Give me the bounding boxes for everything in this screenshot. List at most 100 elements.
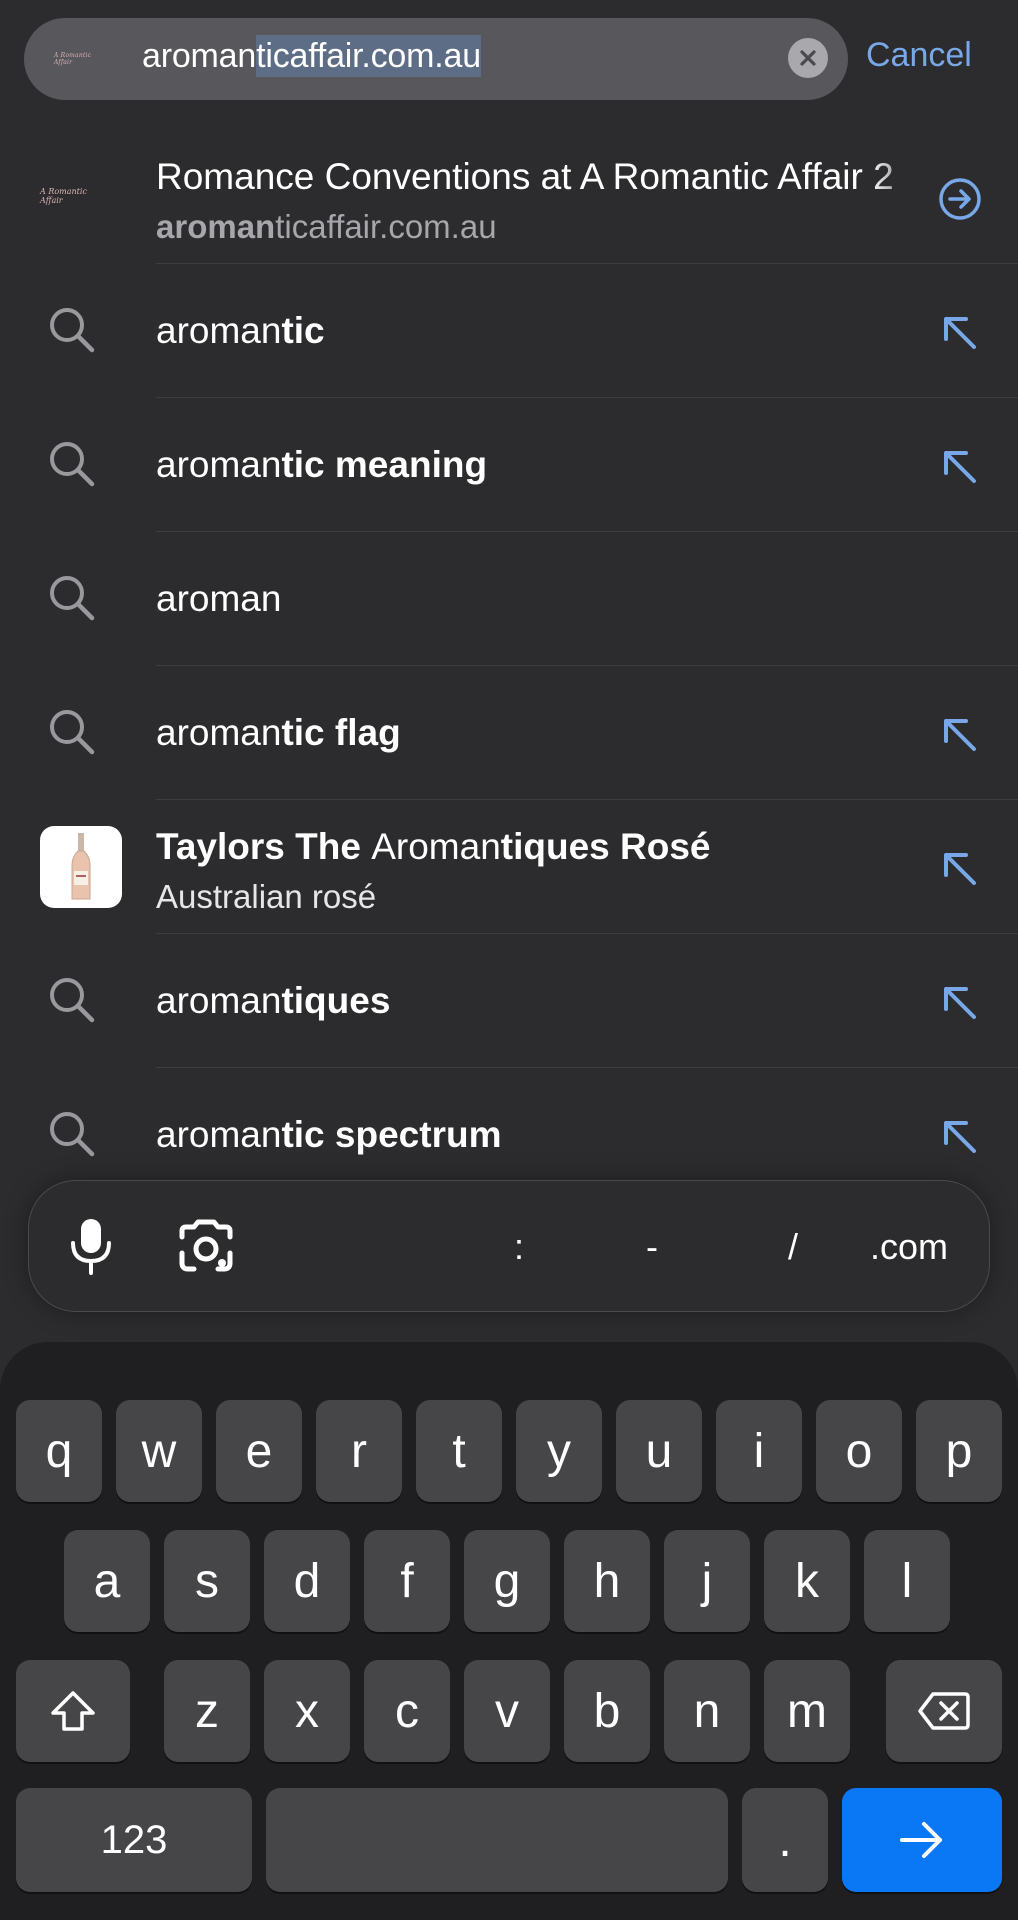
suggestion-completion: tic meaning <box>281 444 488 485</box>
key-d[interactable]: d <box>264 1530 350 1632</box>
shift-icon <box>51 1691 95 1731</box>
suggestion-row[interactable]: aromantic <box>0 264 1018 398</box>
dash-shortcut[interactable]: - <box>632 1217 672 1277</box>
fill-arrow-icon[interactable] <box>936 443 984 491</box>
key-o[interactable]: o <box>816 1400 902 1502</box>
go-key[interactable] <box>842 1788 1002 1892</box>
search-icon <box>40 700 104 764</box>
key-q[interactable]: q <box>16 1400 102 1502</box>
key-k[interactable]: k <box>764 1530 850 1632</box>
suggestion-row[interactable]: aromantic meaning <box>0 398 1018 532</box>
title-typed-part: Aroman <box>371 826 501 867</box>
fill-arrow-icon[interactable] <box>936 711 984 759</box>
suggestion-row[interactable]: aromantic flag <box>0 666 1018 800</box>
keyboard-shortcut-bar: : - / .com <box>28 1180 990 1312</box>
backspace-icon <box>918 1692 970 1730</box>
keyboard: q w e r t y u i o p a s d f g h j k l z … <box>0 1342 1018 1920</box>
subtitle-match: aroman <box>156 208 276 245</box>
close-icon <box>800 50 816 66</box>
suggestion-title: Romance Conventions at A Romantic Affair… <box>156 156 894 197</box>
key-f[interactable]: f <box>364 1530 450 1632</box>
search-icon <box>40 968 104 1032</box>
delete-key[interactable] <box>886 1660 1002 1762</box>
key-r[interactable]: r <box>316 1400 402 1502</box>
suggestion-text: aromantic flag <box>156 712 401 754</box>
suggestion-row[interactable]: aromantiques <box>0 934 1018 1068</box>
key-x[interactable]: x <box>264 1660 350 1762</box>
space-key[interactable] <box>266 1788 728 1892</box>
key-v[interactable]: v <box>464 1660 550 1762</box>
suggestion-text: aromantic spectrum <box>156 1114 501 1156</box>
key-j[interactable]: j <box>664 1530 750 1632</box>
numbers-key[interactable]: 123 <box>16 1788 252 1892</box>
suggestion-list: A Romantic Affair Romance Conventions at… <box>0 130 1018 1202</box>
title-completion-part: tiques Rosé <box>500 826 711 867</box>
suggestion-text: aroman <box>156 578 281 620</box>
fill-arrow-icon[interactable] <box>936 979 984 1027</box>
suggestion-completion: tic spectrum <box>281 1114 502 1155</box>
suggestion-title: Taylors The Aromantiques Rosé <box>156 826 711 868</box>
url-autocomplete-selection: ticaffair.com.au <box>256 35 481 77</box>
clear-text-button[interactable] <box>788 38 828 78</box>
key-p[interactable]: p <box>916 1400 1002 1502</box>
site-favicon-icon: A Romantic Affair <box>40 164 104 228</box>
key-u[interactable]: u <box>616 1400 702 1502</box>
key-g[interactable]: g <box>464 1530 550 1632</box>
key-z[interactable]: z <box>164 1660 250 1762</box>
fill-arrow-icon[interactable] <box>936 1113 984 1161</box>
search-icon <box>40 566 104 630</box>
title-bold-part: Taylors The <box>156 826 372 867</box>
suggestion-text: aromantic meaning <box>156 444 487 486</box>
key-w[interactable]: w <box>116 1400 202 1502</box>
suggestion-completion: tic <box>281 310 325 351</box>
colon-shortcut[interactable]: : <box>499 1217 539 1277</box>
suggestion-subtitle: aromanticaffair.com.au <box>156 208 497 246</box>
key-l[interactable]: l <box>864 1530 950 1632</box>
search-icon <box>40 298 104 362</box>
key-m[interactable]: m <box>764 1660 850 1762</box>
key-n[interactable]: n <box>664 1660 750 1762</box>
suggestion-site-row[interactable]: A Romantic Affair Romance Conventions at… <box>0 130 1018 264</box>
key-h[interactable]: h <box>564 1530 650 1632</box>
address-bar-area: A Romantic Affair aromanticaffair.com.au… <box>0 0 1018 120</box>
suggestion-subtitle: Australian rosé <box>156 878 377 915</box>
key-c[interactable]: c <box>364 1660 450 1762</box>
key-a[interactable]: a <box>64 1530 150 1632</box>
fill-arrow-icon[interactable] <box>936 845 984 893</box>
microphone-icon[interactable] <box>61 1217 121 1277</box>
suggestion-product-row[interactable]: Taylors The Aromantiques Rosé Australian… <box>0 800 1018 934</box>
key-e[interactable]: e <box>216 1400 302 1502</box>
suggestion-typed: aroman <box>156 712 282 753</box>
suggestion-text: aromantiques <box>156 980 390 1022</box>
key-b[interactable]: b <box>564 1660 650 1762</box>
arrow-right-icon <box>900 1822 942 1858</box>
fill-arrow-icon[interactable] <box>936 309 984 357</box>
site-favicon-icon: A Romantic Affair <box>54 52 98 66</box>
suggestion-completion: tic flag <box>281 712 401 753</box>
key-s[interactable]: s <box>164 1530 250 1632</box>
search-icon <box>40 1102 104 1166</box>
url-typed-text: aroman <box>142 37 257 75</box>
dotcom-shortcut[interactable]: .com <box>859 1217 959 1277</box>
suggestion-typed: aroman <box>156 444 282 485</box>
suggestion-typed: aroman <box>156 1114 282 1155</box>
go-arrow-circle-icon[interactable] <box>936 175 984 223</box>
key-i[interactable]: i <box>716 1400 802 1502</box>
cancel-button[interactable]: Cancel <box>866 36 972 75</box>
suggestion-typed: aroman <box>156 980 282 1021</box>
suggestion-text: aromantic <box>156 310 325 352</box>
suggestion-row[interactable]: aroman <box>0 532 1018 666</box>
url-field[interactable]: A Romantic Affair aromanticaffair.com.au <box>24 18 848 100</box>
period-key[interactable]: . <box>742 1788 828 1892</box>
url-text[interactable]: aromanticaffair.com.au <box>142 35 481 77</box>
wine-bottle-thumbnail <box>40 826 122 908</box>
slash-shortcut[interactable]: / <box>773 1217 813 1277</box>
camera-scan-icon[interactable] <box>171 1217 241 1277</box>
site-favicon-text: A Romantic Affair <box>40 187 87 205</box>
key-y[interactable]: y <box>516 1400 602 1502</box>
search-icon <box>40 432 104 496</box>
shift-key[interactable] <box>16 1660 130 1762</box>
subtitle-rest: ticaffair.com.au <box>275 208 497 245</box>
suggestion-typed: aroman <box>156 310 282 351</box>
key-t[interactable]: t <box>416 1400 502 1502</box>
